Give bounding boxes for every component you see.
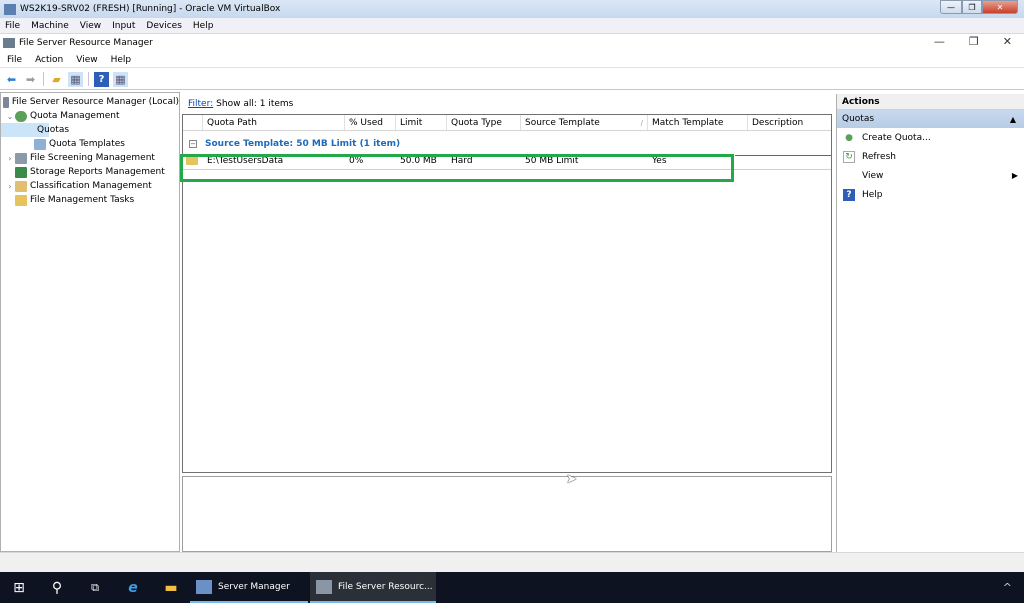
toolbar-separator bbox=[43, 72, 44, 86]
app-title: File Server Resource Manager bbox=[19, 38, 153, 48]
taskbar: ⊞ ⚲ ⧉ e ▬ Server Manager File Server Res… bbox=[0, 572, 1024, 603]
fsrm-icon bbox=[316, 579, 332, 594]
quota-template-icon bbox=[34, 138, 46, 150]
actions-pane: Actions Quotas ▲ ● Create Quota... ↻ Ref… bbox=[836, 94, 1024, 552]
column-headers: Quota Path % Used Limit Quota Type Sourc… bbox=[183, 115, 831, 131]
help-icon[interactable]: ? bbox=[94, 71, 109, 87]
actions-header: Actions bbox=[837, 94, 1024, 110]
collapse-group-icon[interactable]: − bbox=[189, 140, 197, 148]
create-quota-icon: ● bbox=[845, 132, 853, 143]
collapse-up-icon[interactable]: ▲ bbox=[1010, 115, 1016, 124]
filter-bar: Filter: Show all: 1 items bbox=[182, 94, 832, 114]
app-menu-bar: File Action View Help bbox=[0, 52, 1024, 68]
taskbar-app-fsrm[interactable]: File Server Resourc... bbox=[310, 572, 436, 603]
vbox-menu-file[interactable]: File bbox=[5, 21, 20, 31]
fsrm-icon bbox=[3, 38, 15, 48]
collapse-icon[interactable]: › bbox=[5, 154, 15, 163]
show-hidden-icons-chevron-icon[interactable]: ^ bbox=[1003, 581, 1012, 594]
vbox-title: WS2K19-SRV02 (FRESH) [Running] - Oracle … bbox=[20, 4, 281, 14]
filter-text: Show all: 1 items bbox=[216, 99, 294, 109]
vbox-minimize-button[interactable]: — bbox=[940, 0, 962, 14]
sort-icon: / bbox=[640, 118, 643, 127]
forward-icon[interactable]: ➡ bbox=[23, 72, 38, 87]
action-help[interactable]: ? Help bbox=[837, 185, 1024, 204]
classification-icon bbox=[15, 180, 27, 192]
app-menu-file[interactable]: File bbox=[7, 55, 22, 65]
file-management-icon bbox=[15, 194, 27, 206]
vbox-menu-bar: File Machine View Input Devices Help bbox=[0, 18, 1024, 34]
quota-list[interactable]: Quota Path % Used Limit Quota Type Sourc… bbox=[180, 114, 832, 473]
vbox-title-bar: WS2K19-SRV02 (FRESH) [Running] - Oracle … bbox=[0, 0, 1024, 18]
app-menu-view[interactable]: View bbox=[76, 55, 97, 65]
taskbar-app-server-manager[interactable]: Server Manager bbox=[190, 572, 308, 603]
highlight-box bbox=[180, 154, 734, 182]
vbox-menu-view[interactable]: View bbox=[80, 21, 101, 31]
column-header-match-template[interactable]: Match Template bbox=[648, 115, 748, 130]
tree-item-quota-management[interactable]: ⌄ Quota Management bbox=[1, 109, 179, 123]
column-header-quota-type[interactable]: Quota Type bbox=[447, 115, 521, 130]
tree-item-file-screening[interactable]: › File Screening Management bbox=[1, 151, 179, 165]
app-restore-button[interactable]: ❐ bbox=[969, 35, 979, 48]
internet-explorer-icon[interactable]: e bbox=[114, 572, 152, 603]
vbox-menu-input[interactable]: Input bbox=[112, 21, 135, 31]
column-header-quota-path[interactable]: Quota Path bbox=[203, 115, 345, 130]
column-header-source-template[interactable]: Source Template / bbox=[521, 115, 648, 130]
column-header-description[interactable]: Description bbox=[748, 115, 830, 130]
task-view-icon[interactable]: ⧉ bbox=[76, 572, 114, 603]
start-icon[interactable]: ⊞ bbox=[0, 572, 38, 603]
quota-management-icon bbox=[15, 110, 27, 122]
file-screening-icon bbox=[15, 152, 27, 164]
vbox-menu-devices[interactable]: Devices bbox=[146, 21, 181, 31]
tree-item-fsrm-local[interactable]: File Server Resource Manager (Local) bbox=[1, 95, 179, 109]
results-pane: Filter: Show all: 1 items Quota Path % U… bbox=[180, 94, 832, 473]
server-icon bbox=[3, 96, 9, 108]
filter-link[interactable]: Filter: bbox=[188, 99, 213, 109]
show-hide-tree-icon[interactable]: ▦ bbox=[68, 71, 83, 87]
help-icon: ? bbox=[843, 188, 855, 201]
actions-section-quotas[interactable]: Quotas ▲ bbox=[837, 110, 1024, 128]
toolbar-separator bbox=[88, 72, 89, 86]
mouse-cursor: ➤ bbox=[566, 472, 577, 487]
column-header-icon bbox=[183, 115, 203, 130]
up-folder-icon[interactable]: ▰ bbox=[49, 72, 64, 87]
tree-item-storage-reports[interactable]: Storage Reports Management bbox=[1, 165, 179, 179]
search-icon[interactable]: ⚲ bbox=[38, 572, 76, 603]
show-hide-action-pane-icon[interactable]: ▦ bbox=[113, 71, 128, 87]
vbox-restore-button[interactable]: ❐ bbox=[962, 0, 982, 14]
column-header-used[interactable]: % Used bbox=[345, 115, 396, 130]
app-menu-help[interactable]: Help bbox=[111, 55, 132, 65]
action-refresh[interactable]: ↻ Refresh bbox=[837, 147, 1024, 166]
storage-reports-icon bbox=[15, 166, 27, 178]
toolbar: ⬅ ➡ ▰ ▦ ? ▦ bbox=[0, 69, 1024, 90]
file-explorer-icon[interactable]: ▬ bbox=[152, 572, 190, 603]
vbox-icon bbox=[4, 3, 16, 15]
group-label: Source Template: 50 MB Limit (1 item) bbox=[205, 139, 401, 149]
app-title-bar: File Server Resource Manager bbox=[0, 34, 1024, 52]
details-pane bbox=[182, 476, 832, 552]
column-header-limit[interactable]: Limit bbox=[396, 115, 447, 130]
group-header[interactable]: − Source Template: 50 MB Limit (1 item) bbox=[183, 135, 831, 153]
tree-item-quota-templates[interactable]: Quota Templates bbox=[1, 137, 179, 151]
vbox-menu-help[interactable]: Help bbox=[193, 21, 214, 31]
app-menu-action[interactable]: Action bbox=[35, 55, 63, 65]
vbox-menu-machine[interactable]: Machine bbox=[31, 21, 69, 31]
app-close-button[interactable]: ✕ bbox=[1003, 35, 1012, 48]
tree-item-classification[interactable]: › Classification Management bbox=[1, 179, 179, 193]
action-view[interactable]: View ▶ bbox=[837, 166, 1024, 185]
tree-item-file-management-tasks[interactable]: File Management Tasks bbox=[1, 193, 179, 207]
server-manager-icon bbox=[196, 579, 212, 594]
tree-item-quotas[interactable]: Quotas bbox=[1, 123, 69, 137]
app-minimize-button[interactable]: — bbox=[934, 35, 945, 48]
refresh-icon: ↻ bbox=[843, 150, 855, 163]
status-bar bbox=[0, 552, 1024, 572]
back-icon[interactable]: ⬅ bbox=[4, 72, 19, 87]
submenu-arrow-icon: ▶ bbox=[1011, 171, 1018, 180]
collapse-icon[interactable]: › bbox=[5, 182, 15, 191]
vbox-close-button[interactable]: ✕ bbox=[982, 0, 1018, 14]
action-create-quota[interactable]: ● Create Quota... bbox=[837, 128, 1024, 147]
group-divider bbox=[735, 155, 831, 156]
console-tree: File Server Resource Manager (Local) ⌄ Q… bbox=[0, 92, 180, 552]
expand-icon[interactable]: ⌄ bbox=[5, 112, 15, 121]
